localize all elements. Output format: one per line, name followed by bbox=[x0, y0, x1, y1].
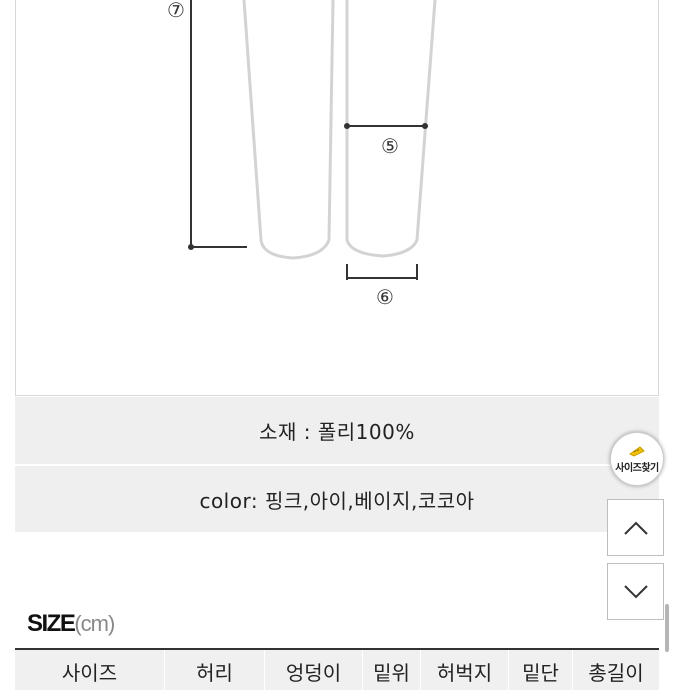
color-row: color: 핑크,아이,베이지,코코아 bbox=[15, 466, 659, 532]
right-leg-outline bbox=[345, 0, 437, 258]
scroll-down-button[interactable] bbox=[607, 563, 664, 620]
knee-width-endpoint-left bbox=[344, 123, 350, 129]
material-row: 소재 : 폴리100% bbox=[15, 397, 659, 465]
size-header-hem: 밑단 bbox=[509, 650, 573, 690]
color-options-text: color: 핑크,아이,베이지,코코아 bbox=[199, 488, 475, 513]
pants-measurement-diagram: ⑦ ⑤ ⑥ bbox=[15, 0, 659, 396]
material-text: 소재 : 폴리100% bbox=[259, 420, 415, 444]
chevron-up-icon bbox=[623, 521, 648, 535]
tape-measure-icon bbox=[629, 445, 645, 457]
size-header-hip: 엉덩이 bbox=[265, 650, 363, 690]
marker-5: ⑤ bbox=[381, 134, 399, 158]
marker-6: ⑥ bbox=[376, 285, 394, 309]
size-table-header: 사이즈 허리 엉덩이 밑위 허벅지 밑단 총길이 bbox=[15, 648, 659, 690]
size-header-total-length: 총길이 bbox=[588, 661, 644, 685]
size-title-bold: SIZE bbox=[27, 610, 76, 637]
size-header-rise: 밑위 bbox=[363, 650, 421, 690]
size-title-unit: (cm) bbox=[74, 611, 115, 636]
page-scrollbar[interactable] bbox=[665, 604, 669, 652]
size-finder-button[interactable]: 사이즈찾기 bbox=[610, 432, 664, 486]
chevron-down-icon bbox=[623, 584, 648, 598]
pants-outline-svg: ⑦ ⑤ ⑥ bbox=[167, 0, 437, 309]
size-header-size: 사이즈 bbox=[15, 650, 165, 690]
size-header-thigh: 허벅지 bbox=[421, 650, 509, 690]
size-finder-label: 사이즈찾기 bbox=[615, 462, 659, 474]
knee-width-endpoint-right bbox=[422, 123, 428, 129]
size-section-title: SIZE(cm) bbox=[27, 610, 115, 638]
scroll-up-button[interactable] bbox=[607, 499, 664, 556]
total-length-endpoint bbox=[188, 244, 194, 250]
left-leg-outline bbox=[242, 0, 335, 260]
marker-7: ⑦ bbox=[167, 0, 185, 22]
size-header-waist: 허리 bbox=[165, 650, 265, 690]
